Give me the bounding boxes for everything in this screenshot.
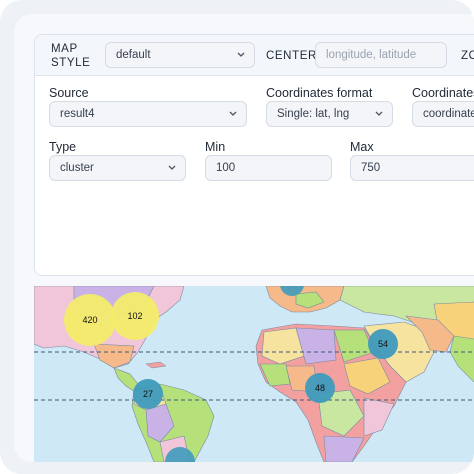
min-input[interactable] bbox=[205, 155, 332, 181]
cluster-marker-48[interactable]: 48 bbox=[305, 373, 335, 403]
type-label: Type bbox=[49, 140, 77, 154]
center-input[interactable] bbox=[315, 42, 447, 68]
coordinates-format-select[interactable]: Single: lat, lng bbox=[266, 101, 393, 127]
settings-panel: MAP STYLE default CENTER ZO Source resul… bbox=[14, 14, 474, 462]
coordinates-label: Coordinates bbox=[412, 86, 474, 100]
cluster-count: 27 bbox=[143, 389, 153, 399]
chevron-down-icon bbox=[229, 111, 237, 116]
center-label: CENTER bbox=[266, 50, 317, 62]
map-topbar: MAP STYLE default CENTER ZO bbox=[35, 35, 474, 76]
source-label: Source bbox=[49, 86, 89, 100]
source-select[interactable]: result4 bbox=[49, 101, 247, 127]
coordinates-value: coordinate bbox=[423, 108, 474, 120]
cluster-count: 54 bbox=[378, 339, 388, 349]
cluster-marker-54[interactable]: 54 bbox=[368, 329, 398, 359]
max-label: Max bbox=[350, 140, 374, 154]
type-select[interactable]: cluster bbox=[49, 155, 186, 181]
map-canvas: 420 102 27 48 54 bbox=[34, 286, 474, 462]
source-value: result4 bbox=[60, 108, 95, 120]
zoom-label: ZO bbox=[461, 50, 474, 62]
cluster-count: 102 bbox=[127, 311, 142, 321]
coordinates-select[interactable]: coordinate bbox=[412, 101, 474, 127]
cluster-marker-27[interactable]: 27 bbox=[133, 379, 163, 409]
map-style-select[interactable]: default bbox=[105, 42, 255, 68]
map-style-value: default bbox=[116, 49, 151, 61]
type-value: cluster bbox=[60, 162, 94, 174]
chevron-down-icon bbox=[168, 165, 176, 170]
world-map[interactable]: 420 102 27 48 54 bbox=[34, 286, 474, 462]
cluster-count: 420 bbox=[82, 315, 97, 325]
cluster-marker-102[interactable]: 102 bbox=[111, 292, 159, 340]
map-style-label: MAP STYLE bbox=[51, 43, 91, 69]
min-label: Min bbox=[205, 140, 226, 154]
max-input[interactable] bbox=[350, 155, 474, 181]
cluster-marker-420[interactable]: 420 bbox=[64, 294, 116, 346]
chevron-down-icon bbox=[237, 52, 245, 57]
app-frame: MAP STYLE default CENTER ZO Source resul… bbox=[0, 0, 474, 474]
chevron-down-icon bbox=[375, 111, 383, 116]
map-settings-card: MAP STYLE default CENTER ZO Source resul… bbox=[34, 34, 474, 276]
cluster-count: 48 bbox=[315, 383, 325, 393]
coordinates-format-value: Single: lat, lng bbox=[277, 108, 350, 120]
coordinates-format-label: Coordinates format bbox=[266, 86, 373, 100]
